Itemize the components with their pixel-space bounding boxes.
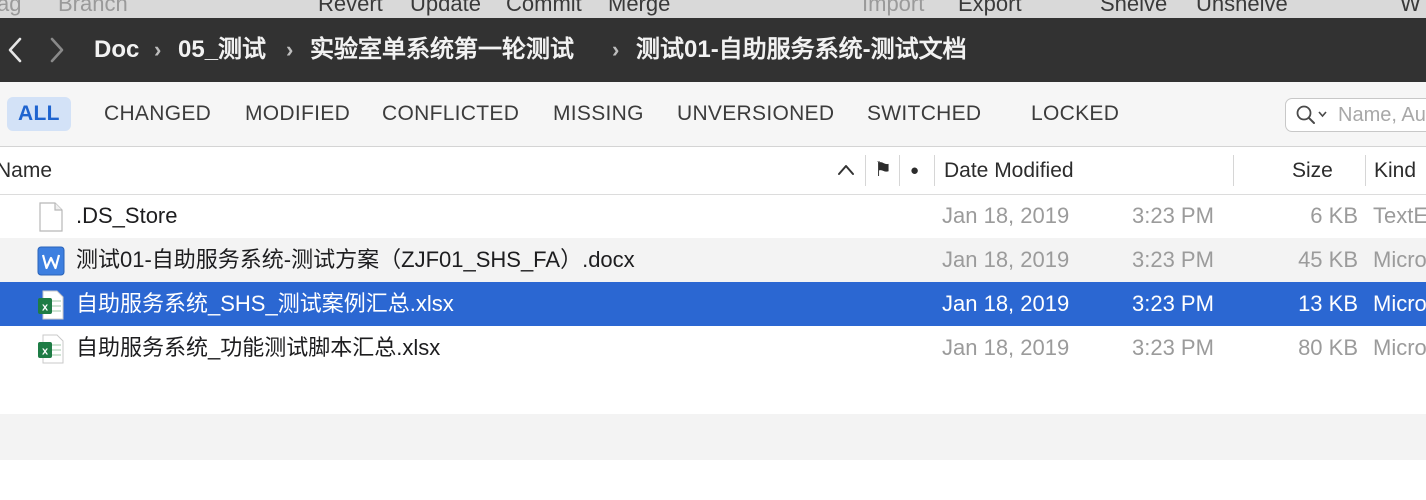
- toolbar-merge-label[interactable]: Merge: [608, 0, 670, 17]
- flag-column-header[interactable]: ⚑: [874, 147, 892, 194]
- file-date: Jan 18, 2019: [942, 203, 1070, 228]
- svg-text:x: x: [42, 346, 49, 358]
- search-field[interactable]: [1285, 98, 1426, 132]
- empty-row: [0, 460, 1426, 500]
- toolbar-commit-label[interactable]: Commit: [506, 0, 582, 17]
- column-divider[interactable]: [899, 155, 900, 186]
- filter-bar: ALL CHANGED MODIFIED CONFLICTED MISSING …: [0, 82, 1426, 147]
- file-time: 3:23 PM: [1132, 247, 1214, 272]
- toolbar-update-label[interactable]: Update: [410, 0, 481, 17]
- file-size: 13 KB: [1298, 291, 1358, 316]
- breadcrumb-separator: ›: [286, 37, 294, 62]
- word-document-icon: [37, 246, 65, 276]
- file-time: 3:23 PM: [1132, 203, 1214, 228]
- excel-spreadsheet-icon: x: [38, 334, 64, 364]
- empty-row: [0, 370, 1426, 414]
- toolbar-shelve-label[interactable]: Shelve: [1100, 0, 1167, 17]
- file-name: 自助服务系统_功能测试脚本汇总.xlsx: [76, 335, 441, 360]
- breadcrumb-separator: ›: [612, 37, 620, 62]
- blank-file-icon: [39, 202, 63, 232]
- file-name: 测试01-自助服务系统-测试方案（ZJF01_SHS_FA）.docx: [76, 247, 635, 272]
- toolbar-strip: Tag Branch Revert Update Commit Merge Im…: [0, 0, 1426, 18]
- status-column-header[interactable]: ●: [910, 147, 919, 194]
- tab-missing[interactable]: MISSING: [553, 97, 644, 131]
- file-time: 3:23 PM: [1132, 291, 1214, 316]
- chevron-left-icon: [8, 37, 22, 63]
- breadcrumb-separator: ›: [154, 37, 162, 62]
- tab-switched[interactable]: SWITCHED: [867, 97, 981, 131]
- file-name: .DS_Store: [76, 203, 178, 228]
- back-button[interactable]: [0, 32, 30, 68]
- toolbar-branch-label[interactable]: Branch: [58, 0, 128, 17]
- chevron-right-icon: [50, 37, 64, 63]
- file-time: 3:23 PM: [1132, 335, 1214, 360]
- file-size: 6 KB: [1310, 203, 1358, 228]
- path-bar: Doc › 05_测试 › 实验室单系统第一轮测试 › 测试01-自助服务系统-…: [0, 18, 1426, 82]
- toolbar-export-label[interactable]: Export: [958, 0, 1022, 17]
- file-size: 80 KB: [1298, 335, 1358, 360]
- tab-modified[interactable]: MODIFIED: [245, 97, 350, 131]
- file-date: Jan 18, 2019: [942, 335, 1070, 360]
- forward-button[interactable]: [42, 32, 72, 68]
- column-divider[interactable]: [865, 155, 866, 186]
- file-name: 自助服务系统_SHS_测试案例汇总.xlsx: [76, 291, 454, 316]
- svg-text:x: x: [42, 302, 49, 314]
- search-icon: [1296, 105, 1327, 124]
- tab-changed[interactable]: CHANGED: [104, 97, 211, 131]
- file-row[interactable]: x 自助服务系统_功能测试脚本汇总.xlsx Jan 18, 2019 3:23…: [0, 326, 1426, 370]
- tab-unversioned[interactable]: UNVERSIONED: [677, 97, 834, 131]
- tab-conflicted[interactable]: CONFLICTED: [382, 97, 519, 131]
- file-date: Jan 18, 2019: [942, 291, 1070, 316]
- toolbar-more-label[interactable]: W: [1400, 0, 1421, 17]
- search-input[interactable]: [1336, 102, 1426, 128]
- file-date: Jan 18, 2019: [942, 247, 1070, 272]
- toolbar-unshelve-label[interactable]: Unshelve: [1196, 0, 1288, 17]
- column-size-header[interactable]: Size: [1292, 147, 1333, 194]
- empty-row: [0, 414, 1426, 460]
- file-kind: Micro: [1373, 335, 1426, 360]
- excel-spreadsheet-icon: x: [38, 290, 64, 320]
- breadcrumb-test-folder[interactable]: 05_测试: [178, 18, 266, 82]
- file-size: 45 KB: [1298, 247, 1358, 272]
- breadcrumb-doc[interactable]: Doc: [94, 18, 139, 82]
- breadcrumb-current-folder[interactable]: 测试01-自助服务系统-测试文档: [636, 18, 967, 82]
- toolbar-tag-label[interactable]: Tag: [0, 0, 21, 17]
- column-header: Name ⚑ ● Date Modified Size Kind: [0, 147, 1426, 195]
- toolbar-import-label[interactable]: Import: [862, 0, 924, 17]
- toolbar-revert-label[interactable]: Revert: [318, 0, 383, 17]
- breadcrumb-lab-folder[interactable]: 实验室单系统第一轮测试: [310, 18, 574, 82]
- file-row[interactable]: .DS_Store Jan 18, 2019 3:23 PM 6 KB Text…: [0, 194, 1426, 238]
- column-divider[interactable]: [1365, 155, 1366, 186]
- file-kind: TextE: [1373, 203, 1426, 228]
- tab-locked[interactable]: LOCKED: [1031, 97, 1119, 131]
- column-date-modified-header[interactable]: Date Modified: [944, 147, 1074, 194]
- sort-ascending-icon[interactable]: [837, 163, 855, 177]
- file-kind: Micro: [1373, 247, 1426, 272]
- column-divider[interactable]: [1233, 155, 1234, 186]
- file-kind: Micro: [1373, 291, 1426, 316]
- file-row[interactable]: 测试01-自助服务系统-测试方案（ZJF01_SHS_FA）.docx Jan …: [0, 238, 1426, 282]
- file-row-selected[interactable]: x 自助服务系统_SHS_测试案例汇总.xlsx Jan 18, 2019 3:…: [0, 282, 1426, 326]
- column-divider[interactable]: [934, 155, 935, 186]
- tab-all[interactable]: ALL: [7, 97, 71, 131]
- column-name-header[interactable]: Name: [0, 147, 52, 194]
- column-kind-header[interactable]: Kind: [1374, 147, 1416, 194]
